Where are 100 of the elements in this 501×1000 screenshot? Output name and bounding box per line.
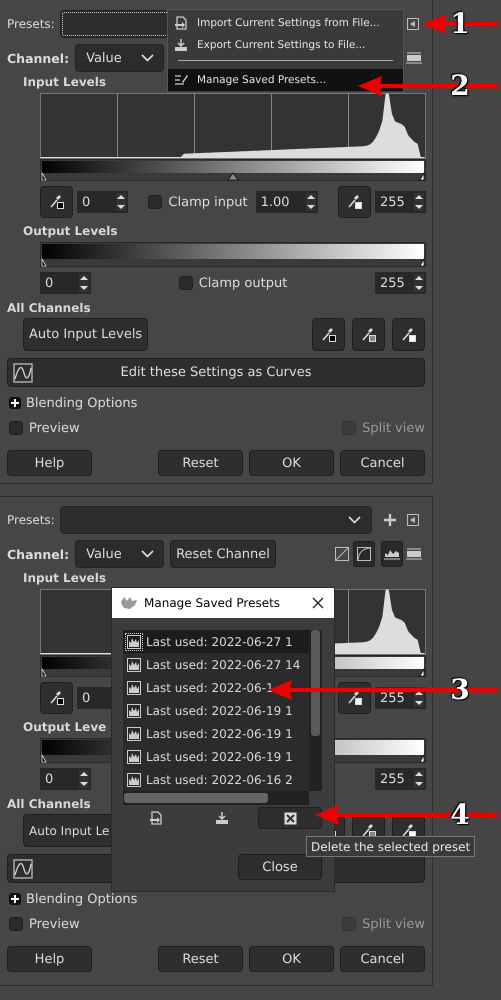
scrollbar[interactable] [309,630,322,791]
checkbox-label[interactable]: Clamp output [198,276,288,290]
section-title: All Channels [7,300,91,316]
stepper-icon[interactable] [306,193,316,211]
chevron-icon [141,54,154,62]
color-picker-button[interactable] [392,318,425,351]
curve-icon [13,859,33,879]
channel-dropdown[interactable]: Value [75,540,164,568]
dialog-button[interactable]: Help [7,946,92,972]
dialog-button[interactable]: Reset [158,450,243,476]
eyedropper-icon [346,690,362,706]
delete-button[interactable] [258,807,322,829]
close-icon[interactable] [312,597,324,609]
histogram-icon [406,547,422,561]
histogram-icon [127,680,141,694]
histogram-icon [127,750,141,764]
stepper-icon[interactable] [79,770,89,788]
number-field[interactable]: 255 [375,272,426,294]
channel-label: Channel: [7,50,70,66]
eyedropper-icon [320,326,336,342]
list-item[interactable]: Last used: 2022-06-19 1 [146,726,293,740]
histogram-icon [127,658,141,672]
stepper-icon[interactable] [79,274,89,292]
dialog-button[interactable]: OK [249,946,334,972]
stepper-icon[interactable] [414,770,424,788]
slider-handle[interactable] [419,754,424,762]
dialog-button[interactable]: Cancel [340,946,425,972]
presets-label: Presets: [7,17,55,31]
scale-toggle[interactable] [381,541,403,567]
eyedropper-icon [400,326,416,342]
section-title: All Channels [7,796,91,812]
stepper-icon[interactable] [116,193,126,211]
number-field[interactable]: 255 [375,191,426,213]
number-field[interactable]: 255 [375,768,426,790]
list-item[interactable]: Last used: 2022-06-16 2 [146,772,293,786]
expander-label[interactable]: Blending Options [26,396,138,410]
dialog-button[interactable]: Reset [158,946,243,972]
menu-item[interactable]: Export Current Settings to File... [168,34,403,56]
chevron-icon [348,516,361,524]
channel-dropdown[interactable]: Value [75,44,164,72]
stepper-icon[interactable] [414,274,424,292]
number-field[interactable]: 0 [40,272,91,294]
histogram-icon [127,772,141,786]
number-field[interactable]: 0 [77,191,128,213]
document-icon[interactable] [149,811,163,825]
eyedropper-icon [48,690,64,706]
diagonal-square-icon [335,547,349,561]
checkbox[interactable] [148,195,162,209]
number-field[interactable]: 0 [40,768,91,790]
level-slider[interactable] [40,159,426,181]
list-item[interactable]: Last used: 2022-06-1 [146,680,274,694]
dialog-button[interactable]: Cancel [340,450,425,476]
color-picker-button[interactable] [352,318,385,351]
eyedropper-icon [360,326,376,342]
histogram-icon [406,51,422,65]
number-field[interactable]: 1.00 [256,191,318,213]
menu-item[interactable]: Manage Saved Presets... [168,69,403,91]
expander-label[interactable]: Blending Options [26,892,138,906]
checkbox[interactable] [178,276,193,290]
channel-label: Channel: [7,546,70,562]
reset-channel-button[interactable]: Reset Channel [170,540,276,568]
preset-list[interactable]: Last used: 2022-06-27 1 Last used: 2022-06-27 14 Last used: 2022-06-1 Last used: 2022-06-19 1 Last used: 2022-06-19 1 Last used: 2022-06-19 1 Last used: 2022-06-16 2 [123,630,309,791]
color-picker-button[interactable] [40,682,73,714]
close-button[interactable]: Close [238,854,322,880]
scrollbar[interactable] [123,791,309,805]
scale-toggle[interactable] [353,541,375,567]
curves-button[interactable]: Edit these Settings as Curves [7,358,425,387]
slider-handle[interactable] [419,172,424,180]
checkbox-label[interactable]: Preview [29,916,80,932]
plus-icon[interactable] [384,514,396,526]
auto-input-levels-button[interactable]: Auto Input Levels [23,318,148,351]
expander-icon[interactable] [9,893,21,905]
slider-handle[interactable] [419,258,424,266]
level-slider[interactable] [40,242,426,267]
expander-icon[interactable] [9,397,21,409]
list-item[interactable]: Last used: 2022-06-19 1 [146,704,293,718]
checkbox-label[interactable]: Clamp input [168,194,248,210]
section-title: Input Levels [23,74,106,90]
color-picker-button[interactable] [312,318,345,351]
menu-item[interactable]: Import Current Settings from File... [168,12,403,34]
eyedropper-icon [48,194,64,210]
curve-icon [13,363,33,383]
checkbox-label[interactable]: Preview [29,420,80,436]
color-picker-button[interactable] [40,186,73,218]
dialog-button[interactable]: Help [7,450,92,476]
slider-handle[interactable] [419,668,424,676]
section-title: Output Leve [23,719,106,735]
stepper-icon[interactable] [414,193,424,211]
app-icon [120,596,138,610]
window-title: Manage Saved Presets [144,596,280,610]
download-icon [174,38,188,52]
checkbox[interactable] [9,421,23,435]
tooltip: Delete the selected preset [306,836,476,857]
histogram-icon [127,726,141,740]
download-icon[interactable] [215,811,229,825]
histogram-icon [127,634,141,648]
checkbox[interactable] [9,917,23,931]
color-picker-button[interactable] [338,186,371,218]
histogram-icon [127,704,141,718]
dialog-button[interactable]: OK [249,450,334,476]
